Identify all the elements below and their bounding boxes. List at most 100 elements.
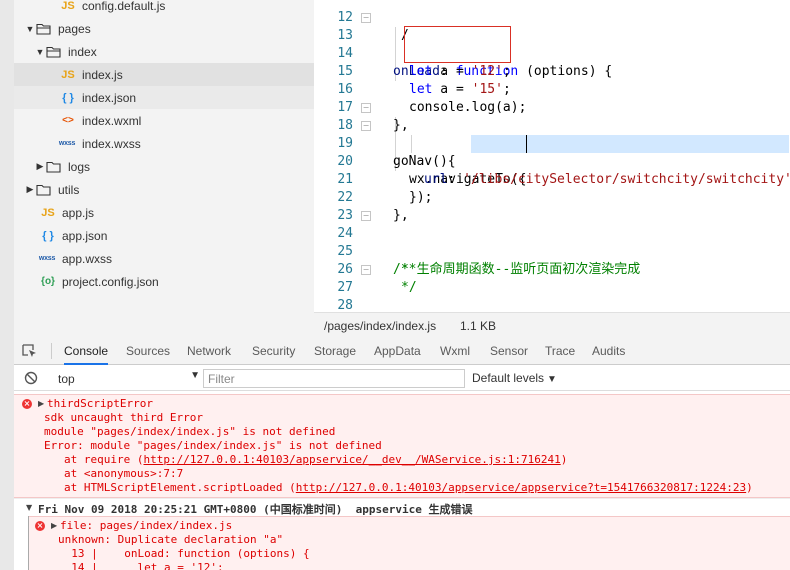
tree-item-index-json[interactable]: { } index.json	[14, 86, 314, 109]
expand-arrow-icon[interactable]: ▶	[38, 397, 44, 411]
tree-item-label: utils	[58, 182, 80, 197]
tree-item-label: config.default.js	[82, 0, 166, 13]
group-title: Fri Nov 09 2018 20:25:21 GMT+0800 (中国标准时…	[38, 503, 473, 516]
chevron-down-icon[interactable]: ▼	[24, 24, 36, 34]
code-line-17: 17 },	[314, 81, 790, 133]
error-line: unknown: Duplicate declaration "a"	[58, 533, 284, 546]
inspect-element-icon[interactable]	[22, 344, 38, 362]
code-line-15: 15 let a = '15';	[314, 45, 790, 97]
code-line-13: 13 − onLoad: function (options) {	[314, 9, 790, 79]
code-line-27: 27 − onReady: function () {	[314, 261, 790, 295]
error-line: Error: module "pages/index/index.js" is …	[44, 439, 382, 452]
collapse-arrow-icon[interactable]: ▼	[26, 503, 32, 512]
error-title: thirdScriptError	[47, 397, 153, 410]
json-icon: { }	[42, 229, 54, 242]
file-path: /pages/index/index.js	[324, 319, 437, 333]
wxss-icon: wxss	[38, 255, 56, 262]
tab-sensor[interactable]: Sensor	[490, 337, 528, 365]
console-error-message[interactable]: × ▶ thirdScriptError sdk uncaught third …	[14, 394, 790, 498]
chevron-down-icon[interactable]: ▼	[34, 47, 46, 57]
tree-item-label: logs	[68, 159, 91, 174]
error-line: module "pages/index/index.js" is not def…	[44, 425, 336, 438]
fold-toggle-icon[interactable]: −	[361, 13, 371, 23]
error-line: sdk uncaught third Error	[44, 411, 203, 424]
code-frame-line: 14 | let a = '12';	[58, 561, 224, 570]
tree-item-label: app.wxss	[62, 251, 113, 266]
expand-arrow-icon[interactable]: ▶	[51, 519, 57, 533]
js-icon: JS	[61, 0, 75, 12]
chevron-right-icon[interactable]: ▶	[24, 184, 36, 195]
json-icon: { }	[62, 91, 74, 104]
file-size: 1.1 KB	[460, 319, 497, 333]
tree-item-logs[interactable]: ▶ logs	[14, 155, 314, 178]
fold-toggle-icon[interactable]: −	[361, 265, 371, 275]
tab-security[interactable]: Security	[252, 337, 295, 365]
code-line-26: 26 */	[314, 243, 790, 295]
duplicate-declaration-highlight	[404, 26, 511, 63]
error-title: file: pages/index/index.js	[60, 519, 233, 532]
fold-toggle-icon[interactable]: −	[361, 211, 371, 221]
code-line-20: 20 url: '/libs/citySelector/switchcity/s…	[314, 135, 790, 187]
fold-toggle-icon[interactable]: −	[361, 121, 371, 131]
dropdown-arrow-icon: ▼	[547, 374, 557, 385]
tree-item-index-js[interactable]: JS index.js	[14, 63, 314, 86]
tab-network[interactable]: Network	[187, 337, 231, 365]
code-line-28: 28	[314, 279, 790, 312]
editor-status-bar: /pages/index/index.js 1.1 KB	[314, 312, 790, 337]
tree-item-utils[interactable]: ▶ utils	[14, 178, 314, 201]
folder-icon	[36, 184, 52, 196]
stack-frame: at <anonymous>:7:7	[64, 467, 184, 480]
console-output[interactable]: × ▶ thirdScriptError sdk uncaught third …	[14, 391, 790, 570]
folder-open-icon	[46, 46, 62, 58]
tab-sources[interactable]: Sources	[126, 337, 170, 365]
tab-storage[interactable]: Storage	[314, 337, 356, 365]
wxss-icon: wxss	[58, 140, 76, 147]
tab-divider	[51, 343, 52, 359]
code-line-16: 16 console.log(a);	[314, 63, 790, 115]
text-cursor	[526, 135, 527, 153]
tree-item-project-config-json[interactable]: {o} project.config.json	[14, 270, 314, 293]
error-icon: ×	[22, 399, 32, 409]
folder-icon	[46, 161, 62, 173]
source-link[interactable]: http://127.0.0.1:40103/appservice/appser…	[296, 481, 746, 494]
tab-audits[interactable]: Audits	[592, 337, 625, 365]
tree-item-app-json[interactable]: { } app.json	[14, 224, 314, 247]
tree-item-label: index	[68, 44, 97, 59]
tree-item-index-wxss[interactable]: wxss index.wxss	[14, 132, 314, 155]
devtools-tab-bar: Console Sources Network Security Storage…	[14, 337, 790, 365]
tree-item-label: project.config.json	[62, 274, 159, 289]
tab-trace[interactable]: Trace	[545, 337, 575, 365]
log-levels-label: Default levels	[472, 371, 545, 385]
tree-item-label: pages	[58, 21, 91, 36]
tab-wxml[interactable]: Wxml	[440, 337, 470, 365]
code-line-12: 12 /	[314, 0, 790, 43]
clear-console-icon[interactable]	[24, 371, 38, 388]
tree-item-label: app.js	[62, 205, 95, 220]
console-toolbar: top ▼ Default levels▼	[14, 366, 790, 391]
source-link[interactable]: http://127.0.0.1:40103/appservice/__dev_…	[143, 453, 560, 466]
console-group-header[interactable]: ▼ Fri Nov 09 2018 20:25:21 GMT+0800 (中国标…	[14, 498, 790, 516]
tree-item-pages[interactable]: ▼ pages	[14, 17, 314, 40]
tree-item-label: app.json	[62, 228, 108, 243]
code-line-21: 21 });	[314, 153, 790, 205]
console-error-message[interactable]: × ▶ file: pages/index/index.js unknown: …	[29, 516, 790, 570]
tree-item-app-js[interactable]: JS app.js	[14, 201, 314, 224]
tree-item-app-wxss[interactable]: wxss app.wxss	[14, 247, 314, 270]
tree-item-label: index.js	[82, 67, 123, 82]
file-explorer: JS config.default.js ▼ pages ▼ index JS …	[0, 0, 314, 337]
code-editor[interactable]: 12 / 13 − onLoad: function (options) { 1…	[314, 0, 790, 312]
chevron-right-icon[interactable]: ▶	[34, 161, 46, 172]
code-line-18: 18 − goNav(){	[314, 99, 790, 169]
tab-appdata[interactable]: AppData	[374, 337, 421, 365]
code-line-29: 29 },	[314, 297, 790, 312]
tab-console[interactable]: Console	[64, 337, 109, 365]
tree-item-index-folder[interactable]: ▼ index	[14, 40, 314, 63]
tree-item-index-wxml[interactable]: <> index.wxml	[14, 109, 314, 132]
context-selector[interactable]: top ▼	[52, 370, 204, 387]
fold-toggle-icon[interactable]: −	[361, 103, 371, 113]
explorer-gutter	[0, 0, 14, 337]
log-levels-dropdown[interactable]: Default levels ▼	[472, 371, 557, 385]
tree-item-config-default-js[interactable]: JS config.default.js	[14, 0, 314, 17]
console-filter-input[interactable]	[203, 369, 465, 388]
code-line-19: 19 − wx.navigateTo({	[314, 117, 790, 187]
